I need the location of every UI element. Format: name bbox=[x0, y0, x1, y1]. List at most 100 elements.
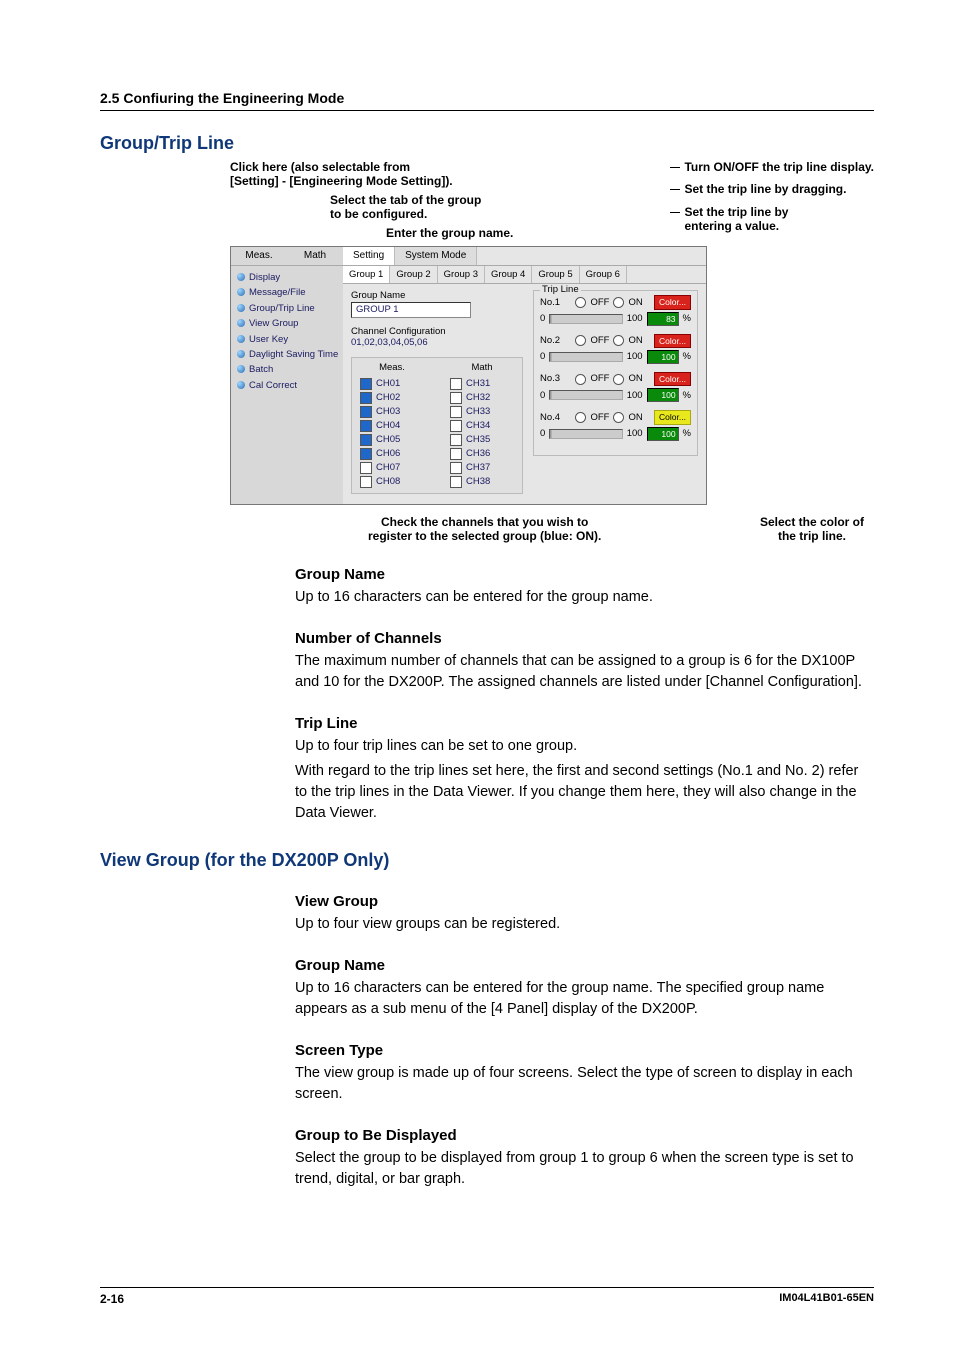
group-tab[interactable]: Group 5 bbox=[532, 266, 579, 283]
checkbox-icon[interactable] bbox=[450, 378, 462, 390]
tab-math[interactable]: Math bbox=[287, 247, 343, 265]
radio-off[interactable] bbox=[575, 412, 586, 423]
group-tab[interactable]: Group 6 bbox=[580, 266, 627, 283]
slider-max: 100 bbox=[627, 428, 643, 439]
color-button[interactable]: Color... bbox=[654, 295, 691, 309]
trip-slider[interactable] bbox=[549, 314, 622, 324]
label-group-name: Group Name bbox=[351, 290, 523, 301]
radio-off[interactable] bbox=[575, 297, 586, 308]
group-tab[interactable]: Group 1 bbox=[343, 266, 390, 283]
tab-setting[interactable]: Setting bbox=[343, 247, 395, 265]
pct-label: % bbox=[683, 428, 691, 439]
channel-row[interactable]: CH32 bbox=[450, 391, 514, 405]
channel-row[interactable]: CH36 bbox=[450, 447, 514, 461]
checkbox-icon[interactable] bbox=[360, 420, 372, 432]
group-tab[interactable]: Group 4 bbox=[485, 266, 532, 283]
channel-row[interactable]: CH34 bbox=[450, 419, 514, 433]
slider-min: 0 bbox=[540, 428, 545, 439]
channel-row[interactable]: CH08 bbox=[360, 475, 424, 489]
channel-row[interactable]: CH02 bbox=[360, 391, 424, 405]
heading-number-channels: Number of Channels bbox=[295, 630, 874, 647]
text-vg: Up to four view groups can be registered… bbox=[295, 914, 874, 935]
label-channel-config: Channel Configuration bbox=[351, 326, 523, 337]
checkbox-icon[interactable] bbox=[450, 420, 462, 432]
checkbox-icon[interactable] bbox=[450, 406, 462, 418]
input-group-name[interactable] bbox=[351, 302, 471, 318]
heading-group-name: Group Name bbox=[295, 566, 874, 583]
text-group-name: Up to 16 characters can be entered for t… bbox=[295, 587, 874, 608]
anno-turn-onoff: Turn ON/OFF the trip line display. bbox=[684, 160, 874, 174]
trip-slider[interactable] bbox=[549, 429, 622, 439]
checkbox-icon[interactable] bbox=[360, 434, 372, 446]
tree-item[interactable]: Batch bbox=[235, 362, 341, 377]
checkbox-icon[interactable] bbox=[360, 378, 372, 390]
radio-on[interactable] bbox=[613, 335, 624, 346]
channel-label: CH06 bbox=[376, 448, 400, 459]
label-off: OFF bbox=[590, 297, 609, 308]
trip-no: No.1 bbox=[540, 297, 560, 308]
checkbox-icon[interactable] bbox=[360, 392, 372, 404]
channel-row[interactable]: CH31 bbox=[450, 377, 514, 391]
checkbox-icon[interactable] bbox=[360, 406, 372, 418]
color-button[interactable]: Color... bbox=[654, 372, 691, 386]
page-number: 2-16 bbox=[100, 1292, 124, 1306]
tree-item[interactable]: Daylight Saving Time bbox=[235, 347, 341, 362]
value-channel-config: 01,02,03,04,05,06 bbox=[351, 337, 523, 348]
channel-row[interactable]: CH04 bbox=[360, 419, 424, 433]
text-trip-line-2: With regard to the trip lines set here, … bbox=[295, 761, 874, 824]
channel-row[interactable]: CH38 bbox=[450, 475, 514, 489]
tab-meas[interactable]: Meas. bbox=[231, 247, 287, 265]
heading-vg: View Group bbox=[295, 893, 874, 910]
color-button[interactable]: Color... bbox=[654, 334, 691, 348]
checkbox-icon[interactable] bbox=[450, 434, 462, 446]
text-number-channels: The maximum number of channels that can … bbox=[295, 651, 874, 693]
pct-label: % bbox=[683, 390, 691, 401]
channel-row[interactable]: CH07 bbox=[360, 461, 424, 475]
checkbox-icon[interactable] bbox=[450, 462, 462, 474]
color-button[interactable]: Color... bbox=[654, 410, 691, 424]
label-off: OFF bbox=[590, 373, 609, 384]
trip-value-input[interactable]: 100 bbox=[647, 350, 679, 364]
group-tab[interactable]: Group 3 bbox=[438, 266, 485, 283]
col-header-math: Math bbox=[450, 360, 514, 377]
checkbox-icon[interactable] bbox=[450, 448, 462, 460]
radio-off[interactable] bbox=[575, 374, 586, 385]
radio-on[interactable] bbox=[613, 297, 624, 308]
trip-value-input[interactable]: 83 bbox=[647, 312, 679, 326]
tree-item[interactable]: Message/File bbox=[235, 285, 341, 300]
tree-item[interactable]: User Key bbox=[235, 332, 341, 347]
heading-group-displayed: Group to Be Displayed bbox=[295, 1127, 874, 1144]
group-tab[interactable]: Group 2 bbox=[390, 266, 437, 283]
tree-item[interactable]: Group/Trip Line bbox=[235, 301, 341, 316]
checkbox-icon[interactable] bbox=[450, 392, 462, 404]
channel-row[interactable]: CH06 bbox=[360, 447, 424, 461]
checkbox-icon[interactable] bbox=[450, 476, 462, 488]
channel-row[interactable]: CH05 bbox=[360, 433, 424, 447]
tree-item[interactable]: Display bbox=[235, 270, 341, 285]
tab-system-mode[interactable]: System Mode bbox=[395, 247, 477, 265]
running-header: 2.5 Confiuring the Engineering Mode bbox=[100, 90, 874, 110]
channel-label: CH35 bbox=[466, 434, 490, 445]
radio-off[interactable] bbox=[575, 335, 586, 346]
channel-row[interactable]: CH35 bbox=[450, 433, 514, 447]
trip-value-input[interactable]: 100 bbox=[647, 388, 679, 402]
checkbox-icon[interactable] bbox=[360, 462, 372, 474]
anno-set-drag: Set the trip line by dragging. bbox=[684, 182, 846, 196]
tree-item[interactable]: View Group bbox=[235, 316, 341, 331]
slider-max: 100 bbox=[627, 351, 643, 362]
channel-row[interactable]: CH37 bbox=[450, 461, 514, 475]
tree-item[interactable]: Cal Correct bbox=[235, 378, 341, 393]
trip-value-input[interactable]: 100 bbox=[647, 427, 679, 441]
checkbox-icon[interactable] bbox=[360, 448, 372, 460]
channel-row[interactable]: CH03 bbox=[360, 405, 424, 419]
anno-enter-name: Enter the group name. bbox=[386, 226, 513, 240]
trip-slider[interactable] bbox=[549, 390, 622, 400]
channel-label: CH02 bbox=[376, 392, 400, 403]
checkbox-icon[interactable] bbox=[360, 476, 372, 488]
channel-row[interactable]: CH01 bbox=[360, 377, 424, 391]
radio-on[interactable] bbox=[613, 374, 624, 385]
radio-on[interactable] bbox=[613, 412, 624, 423]
trip-slider[interactable] bbox=[549, 352, 622, 362]
channel-label: CH32 bbox=[466, 392, 490, 403]
channel-row[interactable]: CH33 bbox=[450, 405, 514, 419]
